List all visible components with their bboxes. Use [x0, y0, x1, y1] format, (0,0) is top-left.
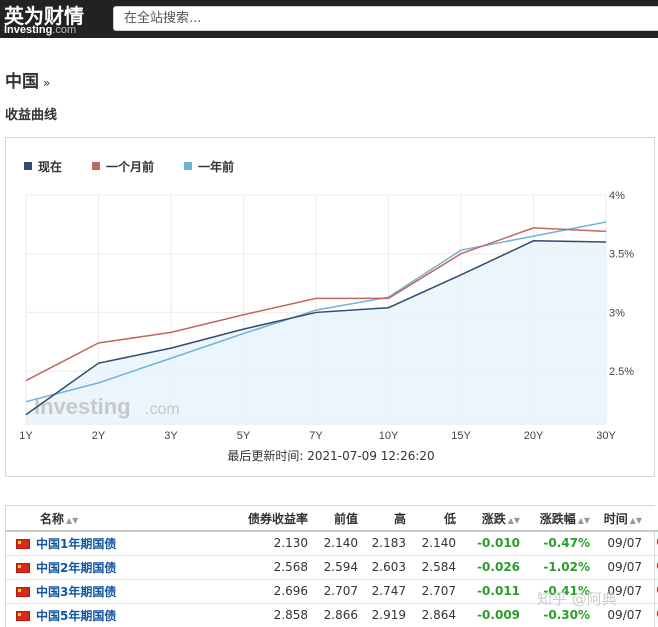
change-pct-cell: -0.47%: [528, 531, 599, 556]
flag-cell: [6, 603, 36, 627]
sort-icon: ▲▼: [577, 515, 591, 525]
bond-name-link[interactable]: 中国1年期国债: [36, 537, 116, 551]
change-pct-cell: -1.02%: [528, 555, 599, 580]
change-cell: -0.009: [464, 603, 529, 627]
table-header-row: 名称 ▲▼ 债券收益率 前值 高 低 涨跌 ▲▼ 涨跌幅 ▲▼ 时间 ▲▼: [6, 506, 658, 532]
chart-watermark-domain: .com: [145, 401, 180, 418]
low-cell: 2.584: [414, 555, 465, 580]
chart-plot: Investing .com1Y 2Y 3Y 5Y 7Y 10Y 15Y 20Y 30Y2.5%3…: [19, 190, 634, 442]
x-tick-label: 5Y: [237, 430, 251, 442]
high-cell: 2.747: [366, 579, 415, 604]
flag-cell: [6, 531, 36, 556]
table-row[interactable]: 中国1年期国债 2.130 2.140 2.183 2.140 -0.010 -0.47% 0…: [6, 531, 658, 556]
logo-en-text: Investing.com: [4, 24, 77, 36]
col-header-time[interactable]: 时间 ▲▼: [598, 506, 651, 532]
col-header-prev[interactable]: 前值: [316, 506, 367, 532]
page-title: 中国 »: [5, 67, 50, 92]
x-tick-label: 7Y: [309, 430, 323, 442]
watermark: 知乎 @阿典: [537, 590, 617, 608]
bond-name-cell[interactable]: 中国5年期国债: [36, 603, 187, 627]
time-cell: 09/07: [598, 531, 651, 556]
y-tick-label: 2.5%: [609, 366, 634, 378]
change-cell: -0.011: [464, 579, 529, 604]
yield-cell: 2.130: [186, 531, 317, 556]
title-arrow-icon[interactable]: »: [43, 76, 50, 90]
bond-name-link[interactable]: 中国3年期国债: [36, 585, 116, 599]
yield-curve-chart: 现在 一个月前 一年前 Investing .com 1Y 2Y 3Y 5Y 7Y 10Y 15…: [5, 137, 655, 477]
clock-cell: [650, 603, 658, 627]
col-header-name[interactable]: 名称 ▲▼: [6, 506, 187, 532]
china-flag-icon: [16, 562, 30, 573]
china-flag-icon: [16, 538, 30, 549]
low-cell: 2.707: [414, 579, 465, 604]
yield-cell: 2.858: [186, 603, 317, 627]
page-title-text: 中国: [5, 72, 39, 92]
sort-icon: ▲▼: [629, 515, 643, 525]
col-header-chg[interactable]: 涨跌 ▲▼: [464, 506, 529, 532]
col-header-yield[interactable]: 债券收益率: [186, 506, 317, 532]
sort-icon: ▲▼: [507, 515, 521, 525]
col-header-chg-pct[interactable]: 涨跌幅 ▲▼: [528, 506, 599, 532]
clock-cell: [650, 579, 658, 604]
x-tick-label: 10Y: [379, 430, 399, 442]
bond-name-link[interactable]: 中国2年期国债: [36, 561, 116, 575]
prev-cell: 2.707: [316, 579, 367, 604]
yield-cell: 2.696: [186, 579, 317, 604]
sort-icon: ▲▼: [66, 515, 79, 525]
x-tick-label: 1Y: [19, 430, 33, 442]
site-logo[interactable]: 英为财情 Investing.com: [4, 2, 108, 36]
low-cell: 2.140: [414, 531, 465, 556]
prev-cell: 2.866: [316, 603, 367, 627]
low-cell: 2.864: [414, 603, 465, 627]
col-header-clock: [650, 506, 658, 532]
bond-name-cell[interactable]: 中国2年期国债: [36, 555, 187, 580]
prev-cell: 2.594: [316, 555, 367, 580]
bond-name-link[interactable]: 中国5年期国债: [36, 609, 116, 623]
clock-cell: [650, 555, 658, 580]
y-tick-label: 3%: [609, 307, 625, 319]
time-cell: 09/07: [598, 555, 651, 580]
x-tick-label: 30Y: [596, 430, 616, 442]
col-header-low[interactable]: 低: [414, 506, 465, 532]
high-cell: 2.603: [366, 555, 415, 580]
china-flag-icon: [16, 610, 30, 621]
table-row[interactable]: 中国2年期国债 2.568 2.594 2.603 2.584 -0.026 -1.02% 0…: [6, 555, 658, 580]
search-box[interactable]: [113, 6, 658, 31]
change-cell: -0.026: [464, 555, 529, 580]
section-title: 收益曲线: [5, 108, 58, 123]
yield-cell: 2.568: [186, 555, 317, 580]
clock-cell: [650, 531, 658, 556]
x-tick-label: 15Y: [451, 430, 471, 442]
x-tick-label: 20Y: [524, 430, 544, 442]
x-tick-label: 2Y: [92, 430, 106, 442]
bond-name-cell[interactable]: 中国3年期国债: [36, 579, 187, 604]
flag-cell: [6, 555, 36, 580]
search-input[interactable]: [114, 7, 658, 30]
y-tick-label: 4%: [609, 190, 625, 202]
high-cell: 2.183: [366, 531, 415, 556]
bond-name-cell[interactable]: 中国1年期国债: [36, 531, 187, 556]
top-bar: 英为财情 Investing.com: [0, 0, 658, 38]
high-cell: 2.919: [366, 603, 415, 627]
y-tick-label: 3.5%: [609, 249, 634, 261]
change-cell: -0.010: [464, 531, 529, 556]
china-flag-icon: [16, 586, 30, 597]
flag-cell: [6, 579, 36, 604]
last-updated-label: 最后更新时间: 2021-07-09 12:26:20: [227, 449, 435, 463]
x-tick-label: 3Y: [164, 430, 178, 442]
prev-cell: 2.140: [316, 531, 367, 556]
col-header-high[interactable]: 高: [366, 506, 415, 532]
